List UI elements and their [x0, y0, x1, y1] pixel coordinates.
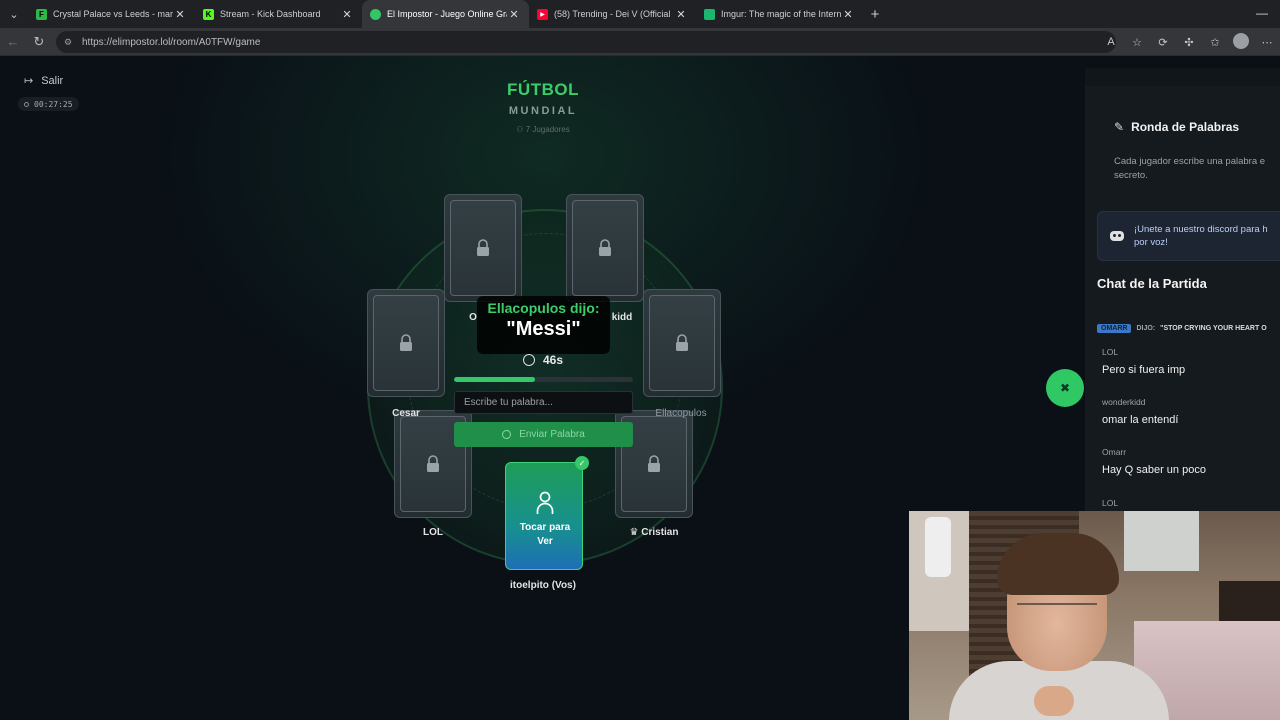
- read-aloud-icon[interactable]: A: [1098, 36, 1124, 48]
- chat-message: wonderkidd omar la entendí: [1102, 397, 1179, 426]
- player-card-locked[interactable]: [367, 289, 445, 397]
- game-page: ↦ Salir 00:27:25 FÚTBOL MUNDIAL ⚇ 7 Juga…: [0, 56, 1280, 720]
- player-card-locked[interactable]: [643, 289, 721, 397]
- site-info-icon[interactable]: ⚙: [64, 37, 76, 48]
- clock-icon: [24, 101, 29, 107]
- browser-tab[interactable]: Imgur: The magic of the Internet ✕: [696, 0, 863, 28]
- tab-title: Imgur: The magic of the Internet: [721, 9, 841, 19]
- pencil-icon: ✎: [1114, 120, 1125, 134]
- stopwatch-icon: [522, 354, 535, 366]
- player-name: Cesar: [392, 408, 420, 419]
- elapsed-time: 00:27:25: [34, 99, 73, 109]
- lock-icon: [477, 239, 489, 256]
- category-subtitle: MUNDIAL: [508, 105, 578, 117]
- player-name: Ellacopulos: [655, 408, 707, 419]
- player-name: LOL: [423, 527, 443, 538]
- lock-icon: [599, 239, 611, 256]
- round-title: ✎ Ronda de Palabras: [1114, 120, 1240, 134]
- back-arrow-icon[interactable]: ←: [0, 28, 26, 56]
- tap-to-view-label: Tocar para Ver: [519, 522, 571, 547]
- elapsed-timer: 00:27:25: [18, 97, 79, 111]
- send-word-button[interactable]: Enviar Palabra: [454, 422, 633, 447]
- lock-icon: [427, 455, 439, 472]
- user-icon: [536, 491, 554, 514]
- lock-icon: [676, 334, 688, 351]
- chat-message: LOL Pero si fuera imp: [1102, 347, 1186, 376]
- favorites-icon[interactable]: ✩: [1202, 36, 1228, 49]
- webcam-overlay: [909, 511, 1280, 720]
- discord-icon: [1110, 231, 1124, 241]
- new-tab-icon[interactable]: +: [863, 6, 887, 23]
- system-message-author: OMARR: [1097, 323, 1132, 333]
- turn-countdown: 46s: [503, 353, 583, 367]
- lock-icon: [400, 334, 412, 351]
- side-panel-header: [1085, 68, 1280, 86]
- category-title: FÚTBOL: [507, 80, 579, 99]
- discord-banner[interactable]: ¡Unete a nuestro discord para h por voz!: [1097, 211, 1280, 261]
- browser-toolbar: ← ↻ ⚙ https://elimpostor.lol/room/A0TFW/…: [0, 28, 1280, 56]
- flashscore-favicon-icon: F: [36, 8, 47, 20]
- address-bar[interactable]: ⚙ https://elimpostor.lol/room/A0TFW/game: [56, 31, 1116, 53]
- refresh-icon[interactable]: ⟳: [1150, 36, 1176, 49]
- players-count: ⚇ 7 Jugadores: [516, 125, 570, 134]
- player-name: ♛ Cristian: [629, 527, 679, 538]
- chat-message: LOL: [1102, 498, 1119, 508]
- tab-title: Stream - Kick Dashboard: [220, 9, 321, 19]
- turn-progress-fill: [454, 377, 535, 382]
- close-tab-icon[interactable]: ✕: [340, 8, 354, 21]
- close-tab-icon[interactable]: ✕: [173, 8, 187, 21]
- browser-tab-bar: ⌄ F Crystal Palace vs Leeds - marcador ✕…: [0, 0, 1280, 28]
- turn-progress-bar: [454, 377, 633, 382]
- check-circle-icon: [502, 430, 512, 439]
- youtube-favicon-icon: ▶: [537, 8, 548, 20]
- browser-tab[interactable]: K Stream - Kick Dashboard ✕: [195, 0, 362, 28]
- tab-title: Crystal Palace vs Leeds - marcador: [53, 9, 173, 19]
- round-description: Cada jugador escribe una palabra e secre…: [1114, 156, 1266, 181]
- lock-icon: [648, 455, 660, 472]
- browser-tab[interactable]: ▶ (58) Trending - Dei V (Official ✕: [529, 0, 696, 28]
- imgur-favicon-icon: [704, 8, 715, 20]
- exit-button[interactable]: ↦ Salir: [24, 74, 64, 88]
- my-role-card[interactable]: Tocar para Ver: [505, 462, 583, 570]
- extensions-icon[interactable]: ✣: [1176, 36, 1202, 49]
- favorite-star-icon[interactable]: ☆: [1124, 36, 1150, 49]
- spoken-word: "Messi": [506, 318, 581, 340]
- close-tab-icon[interactable]: ✕: [841, 8, 855, 21]
- discord-float-button[interactable]: ✖: [1046, 369, 1084, 407]
- chat-system-message: OMARR DIJO: "STOP CRYING YOUR HEART O: [1097, 321, 1280, 335]
- speaker-line: Ellacopulos dijo:: [487, 300, 600, 316]
- close-tab-icon[interactable]: ✕: [507, 8, 521, 21]
- close-tab-icon[interactable]: ✕: [674, 8, 688, 21]
- chat-message: Omarr Hay Q saber un poco: [1102, 447, 1206, 476]
- impostor-favicon-icon: [370, 8, 381, 20]
- browser-tab[interactable]: F Crystal Palace vs Leeds - marcador ✕: [28, 0, 195, 28]
- kick-favicon-icon: K: [203, 8, 214, 20]
- time-left: 46s: [542, 353, 564, 367]
- profile-avatar[interactable]: [1228, 32, 1254, 52]
- submitted-check-icon: ✓: [575, 456, 589, 470]
- tab-title: (58) Trending - Dei V (Official: [554, 9, 671, 19]
- word-input[interactable]: [454, 391, 633, 414]
- reload-icon[interactable]: ↻: [26, 28, 52, 56]
- users-icon: ⚇: [516, 125, 526, 134]
- browser-tab-active[interactable]: El Impostor - Juego Online Gratis ✕: [362, 0, 529, 28]
- url-text: https://elimpostor.lol/room/A0TFW/game: [82, 36, 261, 48]
- exit-label: Salir: [41, 74, 64, 87]
- tab-title: El Impostor - Juego Online Gratis: [387, 9, 507, 19]
- send-word-label: Enviar Palabra: [519, 429, 585, 440]
- exit-icon: ↦: [24, 75, 34, 87]
- tab-search-chevron-icon[interactable]: ⌄: [0, 0, 28, 28]
- player-card-locked[interactable]: [444, 194, 522, 302]
- more-menu-icon[interactable]: ⋯: [1254, 36, 1280, 49]
- minimize-icon[interactable]: —: [1256, 6, 1268, 20]
- player-card-locked[interactable]: [566, 194, 644, 302]
- my-player-name: itoelpito (Vos): [510, 580, 576, 591]
- chat-title: Chat de la Partida: [1097, 276, 1207, 291]
